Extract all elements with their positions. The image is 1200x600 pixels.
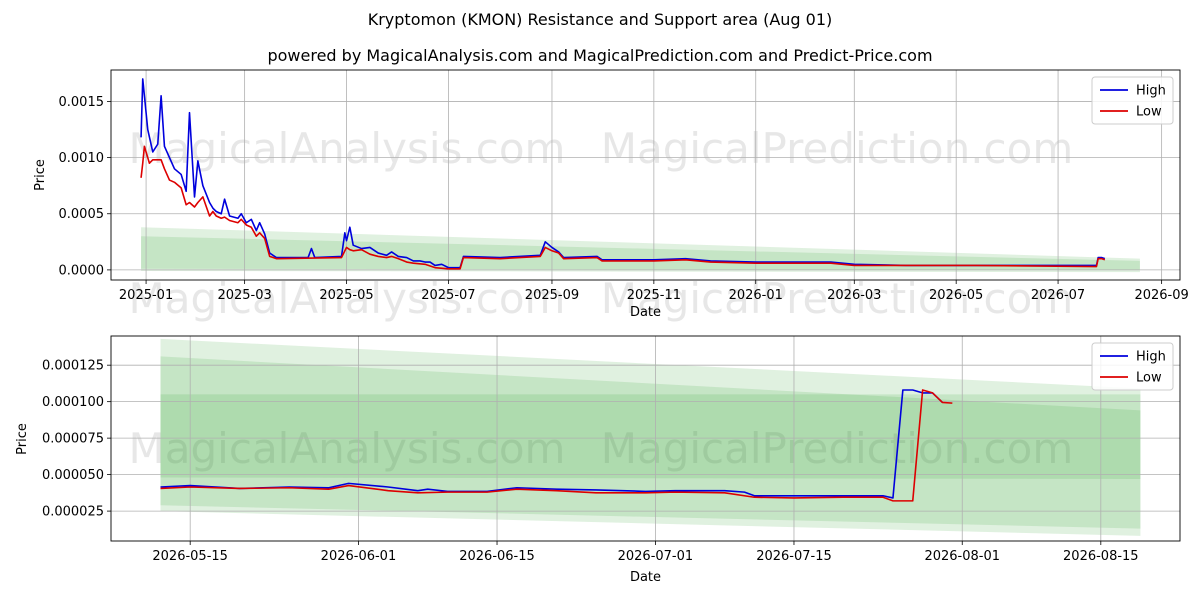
y-tick-label: 0.000075 bbox=[42, 432, 104, 447]
x-tick-label: 2025-03 bbox=[217, 288, 271, 303]
x-tick-label: 2025-05 bbox=[319, 288, 373, 303]
y-tick-label: 0.0015 bbox=[59, 95, 105, 110]
x-tick-label: 2026-07-01 bbox=[618, 549, 694, 564]
x-axis-label: Date bbox=[630, 570, 661, 585]
x-tick-label: 2025-07 bbox=[421, 288, 475, 303]
x-axis-label: Date bbox=[630, 305, 661, 320]
x-tick-label: 2026-06-15 bbox=[459, 549, 535, 564]
y-tick-label: 0.0005 bbox=[59, 207, 105, 222]
charts-svg: MagicalAnalysis.com MagicalPrediction.co… bbox=[15, 69, 1189, 585]
x-tick-label: 2026-06-01 bbox=[321, 549, 397, 564]
x-tick-label: 2026-03 bbox=[827, 288, 881, 303]
x-tick-label: 2025-09 bbox=[525, 288, 579, 303]
x-tick-label: 2026-08-15 bbox=[1063, 549, 1139, 564]
y-tick-label: 0.000125 bbox=[42, 359, 104, 374]
watermark-prediction-top: MagicalPrediction.com bbox=[601, 124, 1074, 173]
y-tick-label: 0.0000 bbox=[59, 263, 105, 278]
support-resistance-band bbox=[160, 394, 1141, 479]
y-tick-label: 0.0010 bbox=[59, 151, 105, 166]
x-tick-label: 2026-07-15 bbox=[756, 549, 832, 564]
x-tick-label: 2026-05 bbox=[929, 288, 983, 303]
y-axis-label: Price bbox=[15, 423, 30, 455]
legend-label-low: Low bbox=[1136, 105, 1162, 120]
watermark-analysis-top: MagicalAnalysis.com bbox=[129, 124, 566, 173]
x-tick-label: 2025-11 bbox=[627, 288, 681, 303]
x-tick-label: 2026-07 bbox=[1031, 288, 1085, 303]
chart-page: Kryptomon (KMON) Resistance and Support … bbox=[0, 0, 1200, 600]
x-tick-label: 2025-01 bbox=[119, 288, 173, 303]
y-axis-label: Price bbox=[33, 159, 48, 191]
y-tick-label: 0.000025 bbox=[42, 505, 104, 520]
legend-label-high: High bbox=[1136, 350, 1166, 365]
y-tick-label: 0.000100 bbox=[42, 395, 104, 410]
x-tick-label: 2026-09 bbox=[1134, 288, 1188, 303]
legend-label-high: High bbox=[1136, 84, 1166, 99]
legend-label-low: Low bbox=[1136, 371, 1162, 386]
x-tick-label: 2026-01 bbox=[729, 288, 783, 303]
x-tick-label: 2026-08-01 bbox=[924, 549, 1000, 564]
x-tick-label: 2026-05-15 bbox=[152, 549, 228, 564]
chart-2: 2026-05-15 2026-06-01 2026-06-15 2026-07-01… bbox=[15, 335, 1181, 585]
y-tick-label: 0.000050 bbox=[42, 468, 104, 483]
